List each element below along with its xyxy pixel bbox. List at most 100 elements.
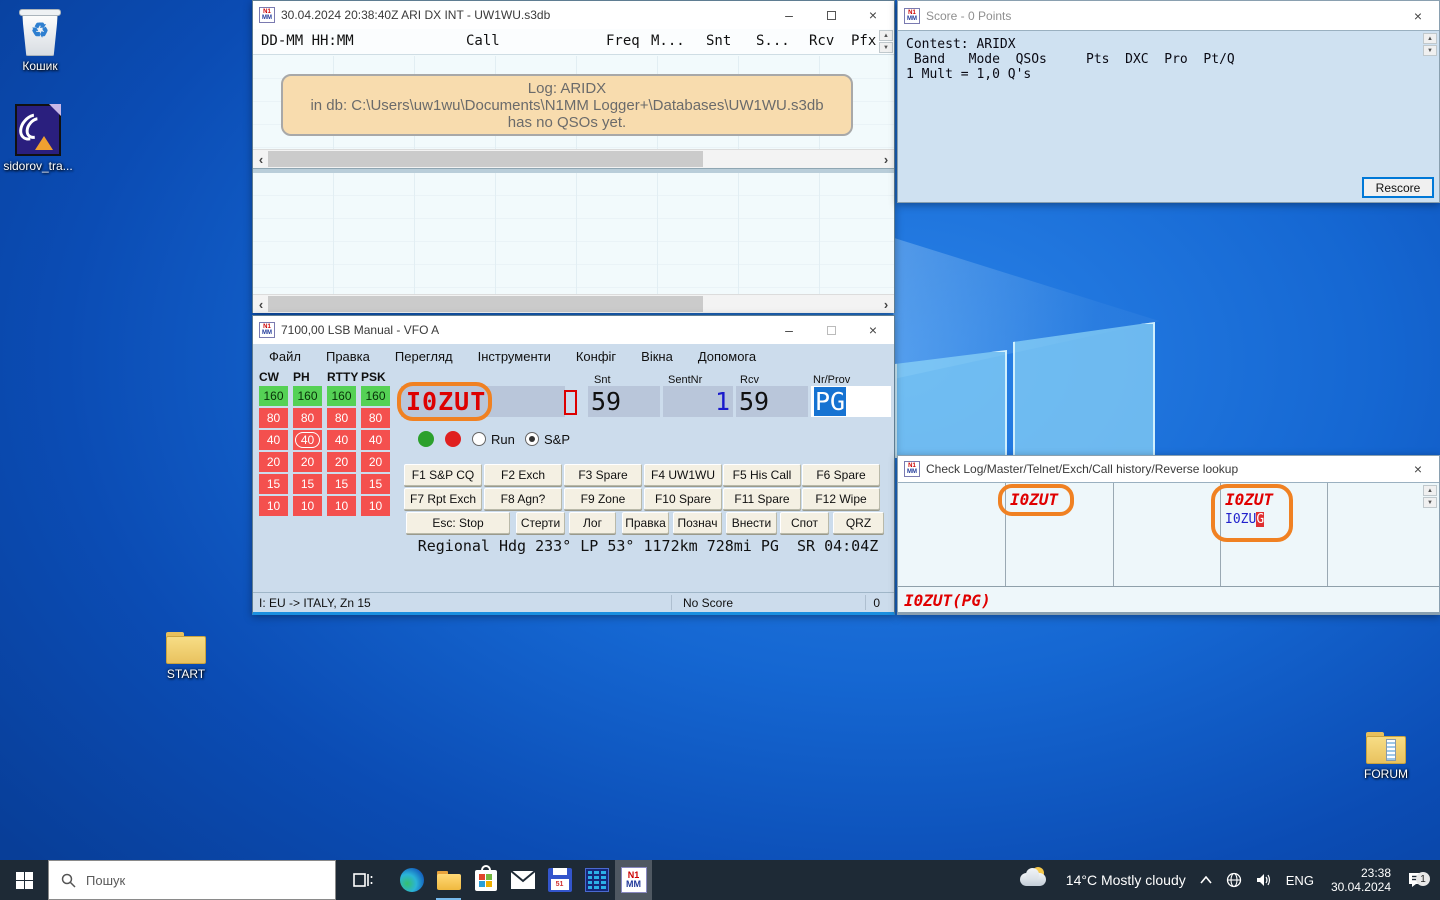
fkey-button[interactable]: F11 Spare [723, 488, 801, 510]
band-button-PSK-40[interactable]: 40 [361, 430, 390, 450]
band-button-PSK-160[interactable]: 160 [361, 386, 390, 406]
maximize-icon[interactable] [810, 1, 852, 29]
action-button-Внести[interactable]: Внести [726, 512, 777, 534]
check-window-titlebar[interactable]: N1MM Check Log/Master/Telnet/Exch/Call h… [898, 456, 1439, 482]
band-button-RTTY-160[interactable]: 160 [327, 386, 356, 406]
band-button-RTTY-40[interactable]: 40 [327, 430, 356, 450]
log-hscrollbar-upper[interactable]: ‹› [253, 149, 894, 168]
microsoft-store-icon[interactable] [467, 860, 504, 900]
action-button-Правка[interactable]: Правка [622, 512, 669, 534]
minimize-icon[interactable]: – [768, 316, 810, 344]
action-button-QRZ[interactable]: QRZ [833, 512, 884, 534]
band-button-PH-80[interactable]: 80 [293, 408, 322, 428]
fkey-button[interactable]: F8 Agn? [484, 488, 562, 510]
band-button-CW-10[interactable]: 10 [259, 496, 288, 516]
mail-icon[interactable] [504, 860, 541, 900]
band-button-CW-15[interactable]: 15 [259, 474, 288, 494]
entry-window-titlebar[interactable]: N1MM 7100,00 LSB Manual - VFO A – × [253, 316, 894, 344]
menu-item-Вікна[interactable]: Вікна [641, 349, 673, 364]
total-commander-icon[interactable]: 51 [541, 860, 578, 900]
chevron-up-icon[interactable] [1200, 876, 1212, 884]
callsign-input[interactable]: I0ZUT [401, 386, 565, 417]
archiver-icon[interactable] [578, 860, 615, 900]
action-button-Лог[interactable]: Лог [569, 512, 616, 534]
edge-browser-icon[interactable] [393, 860, 430, 900]
desktop-icon-forum-folder[interactable]: FORUM [1348, 732, 1424, 781]
fkey-button[interactable]: F6 Spare [802, 464, 880, 486]
weather-icon[interactable] [1018, 867, 1052, 893]
snt-input[interactable]: 59 [588, 386, 660, 417]
score-scroll-spinner[interactable]: ▲▼ [1423, 33, 1437, 56]
close-icon[interactable]: × [1397, 456, 1439, 482]
check-call-col4[interactable]: I0ZUT [1225, 490, 1273, 509]
fkey-button[interactable]: F5 His Call [723, 464, 801, 486]
band-button-RTTY-20[interactable]: 20 [327, 452, 356, 472]
band-button-CW-160[interactable]: 160 [259, 386, 288, 406]
clock[interactable]: 23:38 30.04.2024 [1331, 866, 1391, 894]
action-button-Esc: Stop[interactable]: Esc: Stop [406, 512, 510, 534]
desktop-icon-sidorov-file[interactable]: sidorov_tra... [0, 104, 76, 173]
start-button[interactable] [0, 860, 48, 900]
search-input[interactable]: Пошук [48, 860, 336, 900]
action-button-Стерти[interactable]: Стерти [516, 512, 565, 534]
run-radio[interactable] [472, 432, 486, 446]
band-button-CW-40[interactable]: 40 [259, 430, 288, 450]
score-window-titlebar[interactable]: N1MM Score - 0 Points × [898, 1, 1439, 30]
action-button-Спот[interactable]: Спот [780, 512, 829, 534]
band-button-CW-20[interactable]: 20 [259, 452, 288, 472]
n1mm-taskbar-icon[interactable]: N1MM [615, 860, 652, 900]
band-button-PH-160[interactable]: 160 [293, 386, 322, 406]
band-button-PH-15[interactable]: 15 [293, 474, 322, 494]
menu-item-Інструменти[interactable]: Інструменти [478, 349, 551, 364]
log-window-titlebar[interactable]: N1MM 30.04.2024 20:38:40Z ARI DX INT - U… [253, 1, 894, 29]
fkey-button[interactable]: F4 UW1WU [644, 464, 722, 486]
band-button-RTTY-80[interactable]: 80 [327, 408, 356, 428]
action-button-Познач[interactable]: Познач [673, 512, 722, 534]
task-view-icon[interactable] [344, 860, 381, 900]
file-explorer-icon[interactable] [430, 860, 467, 900]
close-icon[interactable]: × [852, 1, 894, 29]
band-button-RTTY-10[interactable]: 10 [327, 496, 356, 516]
fkey-button[interactable]: F3 Spare [564, 464, 642, 486]
band-button-CW-80[interactable]: 80 [259, 408, 288, 428]
log-scroll-spinner[interactable]: ▲▼ [879, 30, 893, 53]
sp-radio[interactable] [525, 432, 539, 446]
rescore-button[interactable]: Rescore [1362, 177, 1434, 198]
desktop-icon-start-folder[interactable]: START [148, 632, 224, 681]
band-button-RTTY-15[interactable]: 15 [327, 474, 356, 494]
close-icon[interactable]: × [852, 316, 894, 344]
menu-item-Перегляд[interactable]: Перегляд [395, 349, 453, 364]
fkey-button[interactable]: F12 Wipe [802, 488, 880, 510]
log-hscrollbar-lower[interactable]: ‹› [253, 294, 894, 313]
nrprov-input[interactable]: PG [811, 386, 891, 417]
close-icon[interactable]: × [1397, 1, 1439, 30]
rcv-input[interactable]: 59 [736, 386, 808, 417]
volume-icon[interactable] [1256, 873, 1272, 887]
menu-item-Файл[interactable]: Файл [269, 349, 301, 364]
weather-text[interactable]: 14°C Mostly cloudy [1066, 872, 1186, 888]
check-call-suggestion[interactable]: I0ZUG [1225, 512, 1264, 527]
minimize-icon[interactable]: – [768, 1, 810, 29]
menu-item-Правка[interactable]: Правка [326, 349, 370, 364]
fkey-button[interactable]: F2 Exch [484, 464, 562, 486]
band-button-PH-20[interactable]: 20 [293, 452, 322, 472]
desktop-icon-recycle-bin[interactable]: ♻ Кошик [2, 6, 78, 73]
band-button-PSK-20[interactable]: 20 [361, 452, 390, 472]
fkey-button[interactable]: F9 Zone [564, 488, 642, 510]
menu-item-Допомога[interactable]: Допомога [698, 349, 756, 364]
check-scroll-spinner[interactable]: ▲▼ [1423, 485, 1437, 508]
maximize-icon[interactable] [810, 316, 852, 344]
language-indicator[interactable]: ENG [1286, 873, 1314, 888]
fkey-button[interactable]: F1 S&P CQ [404, 464, 482, 486]
check-call-col2[interactable]: I0ZUT [1010, 490, 1058, 509]
band-button-PH-40[interactable]: 40 [293, 430, 322, 450]
band-button-PH-10[interactable]: 10 [293, 496, 322, 516]
fkey-button[interactable]: F10 Spare [644, 488, 722, 510]
band-button-PSK-10[interactable]: 10 [361, 496, 390, 516]
action-center-icon[interactable]: 1 [1408, 872, 1426, 888]
network-icon[interactable] [1226, 872, 1242, 888]
menu-item-Конфіг[interactable]: Конфіг [576, 349, 616, 364]
fkey-button[interactable]: F7 Rpt Exch [404, 488, 482, 510]
band-button-PSK-80[interactable]: 80 [361, 408, 390, 428]
band-button-PSK-15[interactable]: 15 [361, 474, 390, 494]
